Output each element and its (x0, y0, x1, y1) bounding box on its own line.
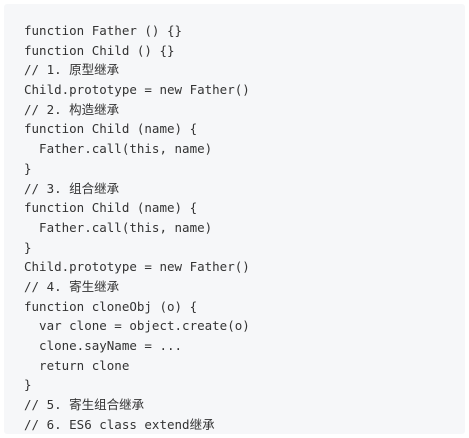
code-line: } (24, 239, 32, 255)
code-line: clone.sayName = ... (24, 338, 183, 353)
code-comment: // 6. ES6 class extend继承 (24, 416, 215, 432)
code-comment: // 5. 寄生组合继承 (24, 397, 145, 413)
code-line: Child.prototype = new Father() (24, 82, 250, 98)
code-line: } (24, 377, 32, 393)
code-line: Father.call(this, name) (24, 141, 213, 157)
code-comment: // 1. 原型继承 (24, 62, 120, 78)
code-line: function Child () {} (24, 42, 175, 58)
code-line: function Child (name) { (24, 121, 198, 137)
code-line: } (24, 160, 32, 176)
code-line: var clone = object.create(o) (24, 318, 250, 334)
code-comment: // 3. 组合继承 (24, 180, 120, 196)
code-comment: // 2. 构造继承 (24, 101, 120, 117)
code-line: function Child (name) { (24, 200, 198, 216)
code-block: function Father () {} function Child () … (4, 4, 465, 434)
code-line: Father.call(this, name) (24, 219, 213, 235)
code-line: function Father () {} (24, 23, 183, 38)
code-line: return clone (24, 357, 130, 373)
code-line: Child.prototype = new Father() (24, 259, 250, 275)
code-comment: // 4. 寄生继承 (24, 278, 120, 294)
code-line: function cloneObj (o) { (24, 298, 198, 314)
